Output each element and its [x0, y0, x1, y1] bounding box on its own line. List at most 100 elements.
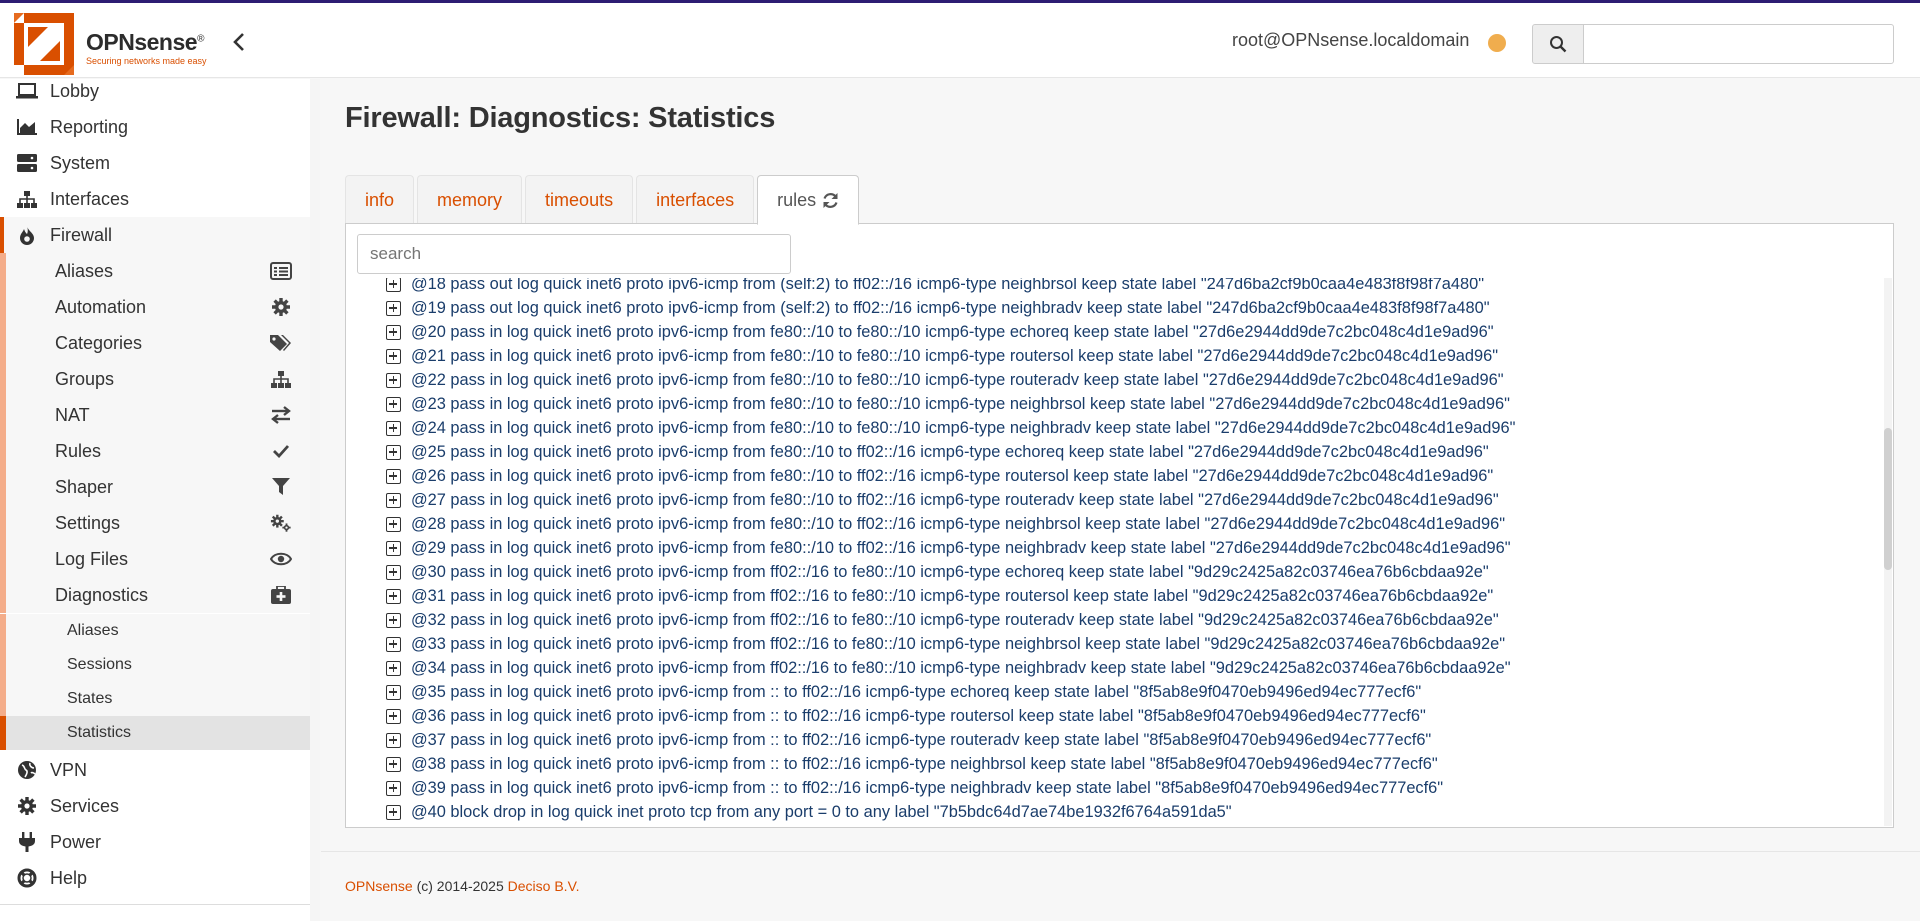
expand-icon[interactable]	[386, 516, 401, 532]
expand-icon[interactable]	[386, 540, 401, 556]
tab-info[interactable]: info	[345, 175, 415, 225]
expand-icon[interactable]	[386, 660, 401, 676]
sidebar-item-system[interactable]: System	[0, 145, 310, 181]
user-menu[interactable]: root@OPNsense.localdomain	[1232, 30, 1469, 51]
expand-icon[interactable]	[386, 612, 401, 628]
rules-search-input[interactable]	[357, 234, 791, 274]
sidebar-item-firewall-rules[interactable]: Rules	[0, 433, 310, 469]
collapse-sidebar-icon[interactable]	[232, 31, 246, 60]
rule-row[interactable]: @33 pass in log quick inet6 proto ipv6-i…	[386, 632, 1505, 656]
sidebar-item-firewall-groups[interactable]: Groups	[0, 361, 310, 397]
sidebar-item-help[interactable]: Help	[0, 860, 310, 896]
tab-memory[interactable]: memory	[417, 175, 523, 225]
rule-row[interactable]: @40 block drop in log quick inet proto t…	[386, 800, 1232, 824]
sidebar-item-firewall[interactable]: Firewall	[0, 217, 310, 253]
rule-row[interactable]: @39 pass in log quick inet6 proto ipv6-i…	[386, 776, 1443, 800]
expand-icon[interactable]	[386, 396, 401, 412]
cog-icon	[270, 297, 292, 317]
rule-row[interactable]: @28 pass in log quick inet6 proto ipv6-i…	[386, 512, 1505, 536]
sidebar-item-firewall-log-files[interactable]: Log Files	[0, 541, 310, 577]
expand-icon[interactable]	[386, 732, 401, 748]
rule-row[interactable]: @27 pass in log quick inet6 proto ipv6-i…	[386, 488, 1499, 512]
rules-scrollbar-thumb[interactable]	[1884, 428, 1892, 570]
tab-interfaces[interactable]: interfaces	[636, 175, 755, 225]
rule-row[interactable]: @24 pass in log quick inet6 proto ipv6-i…	[386, 416, 1515, 440]
expand-icon[interactable]	[386, 420, 401, 436]
expand-icon[interactable]	[386, 564, 401, 580]
sidebar-item-power[interactable]: Power	[0, 824, 310, 860]
sidebar-item-services[interactable]: Services	[0, 788, 310, 824]
expand-icon[interactable]	[386, 348, 401, 364]
sidebar-item-firewall-shaper[interactable]: Shaper	[0, 469, 310, 505]
rule-row[interactable]: @36 pass in log quick inet6 proto ipv6-i…	[386, 704, 1426, 728]
rule-row[interactable]: @35 pass in log quick inet6 proto ipv6-i…	[386, 680, 1421, 704]
system-status-indicator[interactable]	[1488, 34, 1506, 52]
rule-row[interactable]: @22 pass in log quick inet6 proto ipv6-i…	[386, 368, 1504, 392]
list-icon	[270, 262, 292, 280]
sidebar-item-firewall-settings[interactable]: Settings	[0, 505, 310, 541]
header: OPNsense® Securing networks made easy ro…	[0, 3, 1920, 78]
rule-row[interactable]: @21 pass in log quick inet6 proto ipv6-i…	[386, 344, 1498, 368]
footer-opnsense-link[interactable]: OPNsense	[345, 878, 413, 894]
rule-row[interactable]: @19 pass out log quick inet6 proto ipv6-…	[386, 296, 1490, 320]
rule-row[interactable]: @20 pass in log quick inet6 proto ipv6-i…	[386, 320, 1494, 344]
page-title: Firewall: Diagnostics: Statistics	[345, 102, 776, 134]
cogs-icon	[270, 513, 292, 533]
search-icon	[1550, 36, 1567, 53]
expand-icon[interactable]	[386, 780, 401, 796]
rule-row[interactable]: @34 pass in log quick inet6 proto ipv6-i…	[386, 656, 1511, 680]
rule-row[interactable]: @38 pass in log quick inet6 proto ipv6-i…	[386, 752, 1438, 776]
life-ring-icon	[14, 868, 40, 888]
rule-row[interactable]: @23 pass in log quick inet6 proto ipv6-i…	[386, 392, 1510, 416]
filter-icon	[270, 478, 292, 496]
sidebar-item-firewall-aliases[interactable]: Aliases	[0, 253, 310, 289]
search-button[interactable]	[1532, 24, 1584, 64]
sidebar-item-diagnostics-sessions[interactable]: Sessions	[0, 648, 310, 682]
sidebar-item-firewall-nat[interactable]: NAT	[0, 397, 310, 433]
expand-icon[interactable]	[386, 588, 401, 604]
sidebar-item-diagnostics-statistics[interactable]: Statistics	[0, 716, 310, 750]
expand-icon[interactable]	[386, 804, 401, 820]
expand-icon[interactable]	[386, 492, 401, 508]
sitemap-icon	[14, 190, 40, 208]
sidebar-item-reporting[interactable]: Reporting	[0, 109, 310, 145]
sidebar-item-firewall-automation[interactable]: Automation	[0, 289, 310, 325]
expand-icon[interactable]	[386, 444, 401, 460]
rules-list[interactable]: @18 pass out log quick inet6 proto ipv6-…	[346, 278, 1876, 826]
sidebar: Lobby Reporting System Interfaces Firewa…	[0, 79, 320, 921]
rule-row[interactable]: @18 pass out log quick inet6 proto ipv6-…	[386, 278, 1484, 296]
sidebar-item-lobby[interactable]: Lobby	[0, 73, 310, 109]
globe-icon	[14, 760, 40, 780]
rule-row[interactable]: @37 pass in log quick inet6 proto ipv6-i…	[386, 728, 1431, 752]
sidebar-bottom-divider	[0, 904, 310, 905]
expand-icon[interactable]	[386, 372, 401, 388]
expand-icon[interactable]	[386, 708, 401, 724]
rule-row[interactable]: @31 pass in log quick inet6 proto ipv6-i…	[386, 584, 1493, 608]
expand-icon[interactable]	[386, 300, 401, 316]
expand-icon[interactable]	[386, 278, 401, 292]
exchange-icon	[270, 406, 292, 424]
rule-row[interactable]: @25 pass in log quick inet6 proto ipv6-i…	[386, 440, 1489, 464]
expand-icon[interactable]	[386, 324, 401, 340]
sidebar-item-diagnostics-aliases[interactable]: Aliases	[0, 614, 310, 648]
expand-icon[interactable]	[386, 756, 401, 772]
sidebar-item-firewall-categories[interactable]: Categories	[0, 325, 310, 361]
global-search-input[interactable]	[1583, 24, 1894, 64]
opnsense-logo-icon[interactable]	[14, 13, 74, 75]
expand-icon[interactable]	[386, 636, 401, 652]
expand-icon[interactable]	[386, 684, 401, 700]
sidebar-item-firewall-diagnostics[interactable]: Diagnostics	[0, 577, 310, 613]
footer-deciso-link[interactable]: Deciso B.V.	[508, 878, 580, 894]
tab-timeouts[interactable]: timeouts	[525, 175, 634, 225]
rule-row[interactable]: @29 pass in log quick inet6 proto ipv6-i…	[386, 536, 1511, 560]
tab-rules[interactable]: rules	[757, 175, 860, 225]
expand-icon[interactable]	[386, 468, 401, 484]
sidebar-item-vpn[interactable]: VPN	[0, 752, 310, 788]
rule-row[interactable]: @26 pass in log quick inet6 proto ipv6-i…	[386, 464, 1493, 488]
sidebar-item-diagnostics-states[interactable]: States	[0, 682, 310, 716]
rule-row[interactable]: @32 pass in log quick inet6 proto ipv6-i…	[386, 608, 1499, 632]
refresh-icon[interactable]	[822, 192, 839, 209]
sidebar-item-interfaces[interactable]: Interfaces	[0, 181, 310, 217]
rule-row[interactable]: @30 pass in log quick inet6 proto ipv6-i…	[386, 560, 1489, 584]
sidebar-scrollbar[interactable]	[310, 79, 320, 921]
